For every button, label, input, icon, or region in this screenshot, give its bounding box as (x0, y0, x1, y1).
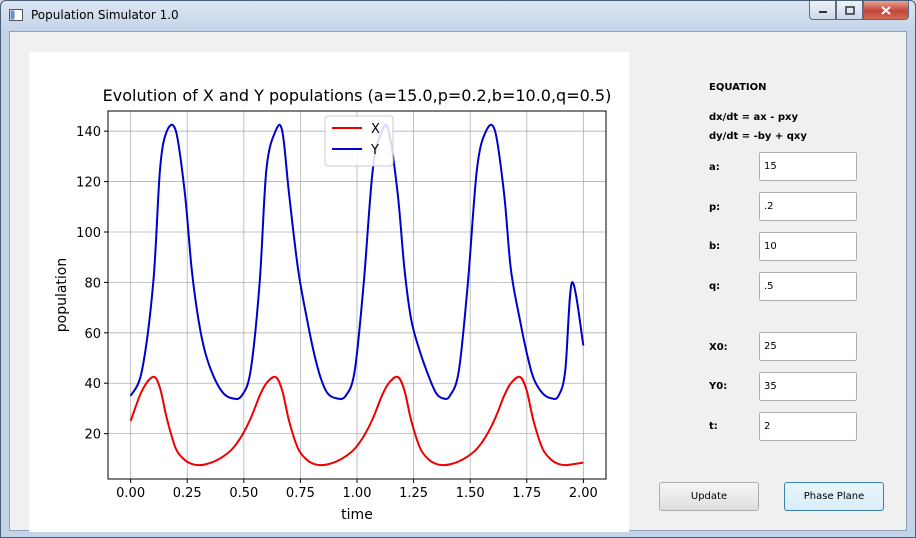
x-tick-label: 0.00 (116, 486, 145, 501)
close-button[interactable] (863, 1, 909, 20)
label-q: q: (709, 281, 721, 292)
input-q[interactable] (759, 272, 857, 301)
y-tick-label: 140 (76, 125, 101, 140)
equation-heading: EQUATION (709, 82, 767, 93)
y-tick-label: 40 (84, 377, 101, 392)
x-tick-label: 1.50 (456, 486, 485, 501)
label-x0: X0: (709, 342, 728, 353)
input-y0[interactable] (759, 372, 857, 401)
input-b[interactable] (759, 232, 857, 261)
y-tick-label: 100 (76, 226, 101, 241)
input-t[interactable] (759, 412, 857, 441)
x-tick-label: 0.25 (173, 486, 202, 501)
label-t: t: (709, 421, 718, 432)
input-a[interactable] (759, 152, 857, 181)
legend-label-x: X (371, 122, 380, 137)
x-axis-label: time (341, 507, 373, 523)
y-tick-label: 120 (76, 176, 101, 191)
update-button[interactable]: Update (659, 482, 759, 511)
equation-dx: dx/dt = ax - pxy (709, 112, 798, 123)
label-b: b: (709, 241, 721, 252)
population-chart: 0.00 0.25 0.50 0.75 1.00 1.25 1.50 1.75 2.00 20 40… (54, 86, 612, 523)
label-y0: Y0: (709, 381, 728, 392)
x-tick-label: 1.00 (343, 486, 372, 501)
plot-canvas: 0.00 0.25 0.50 0.75 1.00 1.25 1.50 1.75 2.00 20 40… (29, 52, 629, 532)
app-icon (9, 9, 23, 21)
x-tick-label: 0.50 (229, 486, 258, 501)
y-tick-label: 80 (84, 276, 101, 291)
minimize-button[interactable] (809, 1, 836, 20)
y-tick-label: 20 (84, 428, 101, 443)
input-p[interactable] (759, 192, 857, 221)
x-tick-label: 1.25 (399, 486, 428, 501)
window-title: Population Simulator 1.0 (31, 8, 179, 22)
app-window: Population Simulator 1.0 0.00 0.25 0.50 0.7… (0, 0, 916, 538)
x-tick-label: 0.75 (286, 486, 315, 501)
x-tick-label: 2.00 (569, 486, 598, 501)
maximize-button[interactable] (836, 1, 863, 20)
maximize-icon (844, 5, 855, 15)
equation-dy: dy/dt = -by + qxy (709, 131, 807, 142)
chart-title: Evolution of X and Y populations (a=15.0… (103, 86, 612, 105)
label-a: a: (709, 162, 720, 173)
client-area: 0.00 0.25 0.50 0.75 1.00 1.25 1.50 1.75 2.00 20 40… (9, 31, 907, 532)
legend: X Y (324, 115, 394, 167)
x-tick-label: 1.75 (512, 486, 541, 501)
minimize-icon (818, 11, 827, 13)
input-x0[interactable] (759, 332, 857, 361)
y-axis-label: population (54, 258, 70, 333)
label-p: p: (709, 202, 721, 213)
y-tick-label: 60 (84, 327, 101, 342)
close-icon (881, 5, 891, 15)
phase-plane-button[interactable]: Phase Plane (784, 482, 884, 511)
title-bar[interactable]: Population Simulator 1.0 (1, 1, 915, 31)
legend-label-y: Y (370, 143, 379, 158)
